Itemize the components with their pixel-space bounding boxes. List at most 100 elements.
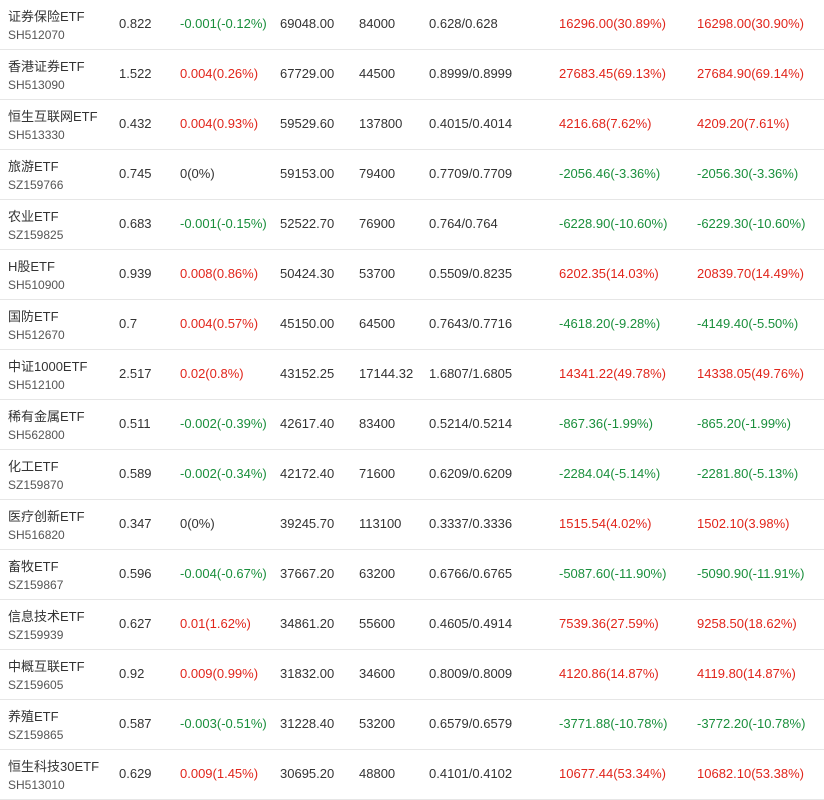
fund-name[interactable]: 恒生科技30ETF — [8, 757, 99, 776]
profit-loss-alt-cell: 27684.90(69.14%) — [697, 66, 804, 81]
cost-cell: 0.628/0.628 — [429, 16, 498, 31]
table-row[interactable]: 畜牧ETF SZ159867 0.596 -0.004(-0.67%) 3766… — [0, 550, 824, 600]
market-value-cell: 39245.70 — [280, 516, 335, 531]
table-row[interactable]: 稀有金属ETF SH562800 0.511 -0.002(-0.39%) 42… — [0, 400, 824, 450]
fund-name-cell[interactable]: 中概互联ETF SZ159605 — [8, 657, 85, 694]
profit-loss-alt-cell: 16298.00(30.90%) — [697, 16, 804, 31]
change-cell: 0.004(0.93%) — [180, 116, 259, 131]
market-value-cell: 30695.20 — [280, 766, 335, 781]
shares-cell: 137800 — [359, 116, 403, 131]
change-cell: 0.02(0.8%) — [180, 366, 244, 381]
fund-code: SZ159825 — [8, 228, 64, 242]
fund-name[interactable]: 信息技术ETF — [8, 607, 85, 626]
profit-loss-alt-cell: -2281.80(-5.13%) — [697, 466, 799, 481]
fund-name-cell[interactable]: 国防ETF SH512670 — [8, 307, 65, 344]
table-row[interactable]: 中概互联ETF SZ159605 0.92 0.009(0.99%) 31832… — [0, 650, 824, 700]
fund-name[interactable]: 畜牧ETF — [8, 557, 63, 576]
fund-name[interactable]: 旅游ETF — [8, 157, 63, 176]
table-row[interactable]: 香港证券ETF SH513090 1.522 0.004(0.26%) 6772… — [0, 50, 824, 100]
fund-name-cell[interactable]: 医疗创新ETF SH516820 — [8, 507, 85, 544]
cost-cell: 0.4015/0.4014 — [429, 116, 513, 131]
fund-name-cell[interactable]: 恒生互联网ETF SH513330 — [8, 107, 98, 144]
table-row[interactable]: 中证1000ETF SH512100 2.517 0.02(0.8%) 4315… — [0, 350, 824, 400]
fund-name[interactable]: 证券保险ETF — [8, 7, 85, 26]
fund-name-cell[interactable]: 香港证券ETF SH513090 — [8, 57, 85, 94]
cost-cell: 0.8999/0.8999 — [429, 66, 513, 81]
profit-loss-cell: 4120.86(14.87%) — [559, 666, 659, 681]
change-cell: 0.01(1.62%) — [180, 616, 251, 631]
fund-name-cell[interactable]: 稀有金属ETF SH562800 — [8, 407, 85, 444]
price-cell: 0.745 — [119, 166, 152, 181]
change-cell: 0.008(0.86%) — [180, 266, 259, 281]
fund-code: SZ159867 — [8, 578, 64, 592]
fund-name[interactable]: 国防ETF — [8, 307, 65, 326]
fund-code: SH562800 — [8, 428, 65, 442]
fund-name-cell[interactable]: 农业ETF SZ159825 — [8, 207, 63, 244]
table-row[interactable]: 恒生科技30ETF SH513010 0.629 0.009(1.45%) 30… — [0, 750, 824, 800]
price-cell: 0.92 — [119, 666, 145, 681]
profit-loss-alt-cell: 9258.50(18.62%) — [697, 616, 797, 631]
market-value-cell: 59529.60 — [280, 116, 335, 131]
fund-name[interactable]: 恒生互联网ETF — [8, 107, 98, 126]
fund-name[interactable]: 中概互联ETF — [8, 657, 85, 676]
market-value-cell: 42172.40 — [280, 466, 335, 481]
table-row[interactable]: 化工ETF SZ159870 0.589 -0.002(-0.34%) 4217… — [0, 450, 824, 500]
profit-loss-alt-cell: 10682.10(53.38%) — [697, 766, 804, 781]
cost-cell: 0.7643/0.7716 — [429, 316, 513, 331]
table-row[interactable]: 农业ETF SZ159825 0.683 -0.001(-0.15%) 5252… — [0, 200, 824, 250]
table-row[interactable]: 医疗创新ETF SH516820 0.347 0(0%) 39245.70 11… — [0, 500, 824, 550]
table-row[interactable]: 养殖ETF SZ159865 0.587 -0.003(-0.51%) 3122… — [0, 700, 824, 750]
market-value-cell: 67729.00 — [280, 66, 335, 81]
shares-cell: 48800 — [359, 766, 396, 781]
price-cell: 0.587 — [119, 716, 152, 731]
profit-loss-alt-cell: 1502.10(3.98%) — [697, 516, 790, 531]
change-cell: -0.001(-0.15%) — [180, 216, 267, 231]
fund-name-cell[interactable]: 中证1000ETF SH512100 — [8, 357, 87, 394]
fund-name-cell[interactable]: 旅游ETF SZ159766 — [8, 157, 63, 194]
change-cell: -0.003(-0.51%) — [180, 716, 267, 731]
fund-name[interactable]: 化工ETF — [8, 457, 63, 476]
fund-name-cell[interactable]: 证券保险ETF SH512070 — [8, 7, 85, 44]
fund-name-cell[interactable]: H股ETF SH510900 — [8, 257, 65, 294]
fund-name[interactable]: 医疗创新ETF — [8, 507, 85, 526]
fund-name-cell[interactable]: 化工ETF SZ159870 — [8, 457, 63, 494]
cost-cell: 0.4101/0.4102 — [429, 766, 513, 781]
table-row[interactable]: 恒生互联网ETF SH513330 0.432 0.004(0.93%) 595… — [0, 100, 824, 150]
fund-code: SH510900 — [8, 278, 65, 292]
shares-cell: 53200 — [359, 716, 396, 731]
price-cell: 0.596 — [119, 566, 152, 581]
profit-loss-cell: -2056.46(-3.36%) — [559, 166, 661, 181]
profit-loss-cell: -5087.60(-11.90%) — [559, 566, 667, 581]
table-row[interactable]: H股ETF SH510900 0.939 0.008(0.86%) 50424.… — [0, 250, 824, 300]
price-cell: 0.629 — [119, 766, 152, 781]
table-row[interactable]: 信息技术ETF SZ159939 0.627 0.01(1.62%) 34861… — [0, 600, 824, 650]
profit-loss-cell: -4618.20(-9.28%) — [559, 316, 661, 331]
shares-cell: 83400 — [359, 416, 396, 431]
profit-loss-cell: 14341.22(49.78%) — [559, 366, 666, 381]
market-value-cell: 31832.00 — [280, 666, 335, 681]
fund-name[interactable]: 农业ETF — [8, 207, 63, 226]
market-value-cell: 34861.20 — [280, 616, 335, 631]
fund-name[interactable]: 中证1000ETF — [8, 357, 87, 376]
change-cell: -0.001(-0.12%) — [180, 16, 267, 31]
market-value-cell: 45150.00 — [280, 316, 335, 331]
table-row[interactable]: 国防ETF SH512670 0.7 0.004(0.57%) 45150.00… — [0, 300, 824, 350]
table-row[interactable]: 证券保险ETF SH512070 0.822 -0.001(-0.12%) 69… — [0, 0, 824, 50]
fund-name[interactable]: H股ETF — [8, 257, 65, 276]
fund-name[interactable]: 养殖ETF — [8, 707, 63, 726]
profit-loss-cell: 16296.00(30.89%) — [559, 16, 666, 31]
fund-code: SH512070 — [8, 28, 65, 42]
market-value-cell: 59153.00 — [280, 166, 335, 181]
fund-name[interactable]: 稀有金属ETF — [8, 407, 85, 426]
price-cell: 0.683 — [119, 216, 152, 231]
fund-name-cell[interactable]: 养殖ETF SZ159865 — [8, 707, 63, 744]
fund-name[interactable]: 香港证券ETF — [8, 57, 85, 76]
fund-name-cell[interactable]: 恒生科技30ETF SH513010 — [8, 757, 99, 794]
table-row[interactable]: 旅游ETF SZ159766 0.745 0(0%) 59153.00 7940… — [0, 150, 824, 200]
cost-cell: 0.5214/0.5214 — [429, 416, 513, 431]
fund-name-cell[interactable]: 畜牧ETF SZ159867 — [8, 557, 63, 594]
fund-code: SH513090 — [8, 78, 65, 92]
fund-code: SH516820 — [8, 528, 65, 542]
change-cell: 0.004(0.26%) — [180, 66, 259, 81]
fund-name-cell[interactable]: 信息技术ETF SZ159939 — [8, 607, 85, 644]
